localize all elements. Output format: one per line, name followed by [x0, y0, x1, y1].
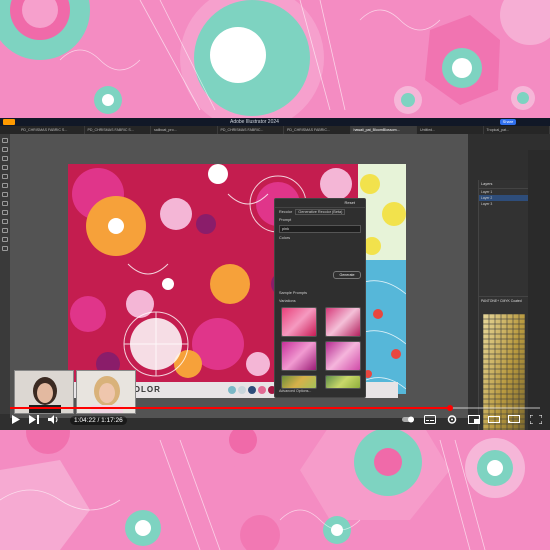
layer-row[interactable]: Layer 3: [479, 201, 528, 207]
swatch-3: [258, 386, 266, 394]
variation-thumbnail[interactable]: [281, 341, 317, 371]
fullscreen-icon[interactable]: [530, 415, 542, 424]
colors-label: Colors: [279, 236, 290, 240]
video-player[interactable]: Adobe Illustrator 2024 Share PD_CHRISMAS…: [0, 118, 550, 430]
subtitles-icon[interactable]: [424, 415, 436, 424]
hand-tool-icon[interactable]: [2, 237, 8, 242]
tools-panel: [0, 134, 10, 414]
progress-bar[interactable]: [10, 405, 540, 411]
document-tab[interactable]: PD_CHRISMAS FABRIC...: [284, 126, 351, 134]
generate-button[interactable]: Generate: [333, 271, 361, 279]
settings-gear-icon[interactable]: [446, 415, 458, 424]
variation-thumbnail[interactable]: [325, 307, 361, 337]
advanced-options-link[interactable]: Advanced Options...: [279, 389, 311, 393]
rotate-tool-icon[interactable]: [2, 210, 8, 215]
generative-recolor-panel: Reset Recolor Generative Recolor (Beta) …: [274, 198, 366, 398]
autoplay-toggle-icon[interactable]: [402, 415, 414, 424]
app-titlebar: Adobe Illustrator 2024 Share: [0, 118, 550, 126]
prompt-input[interactable]: pink: [279, 225, 361, 233]
player-controls: 1:04:22 / 1:17:26: [0, 410, 550, 430]
document-tab[interactable]: PD_CHRISMAS FABRIC...: [218, 126, 284, 134]
right-panel-strip: [528, 150, 550, 430]
layers-panel: Layers Layer 1 Layer 2 Layer 3 PANTONE+ …: [478, 180, 529, 430]
play-icon[interactable]: [10, 415, 22, 424]
swatch-library-title: PANTONE+ CMYK Coated: [479, 296, 529, 305]
pen-tool-icon[interactable]: [2, 156, 8, 161]
layers-panel-title: Layers: [479, 180, 528, 189]
app-title: Adobe Illustrator 2024: [230, 119, 279, 125]
pencil-tool-icon[interactable]: [2, 201, 8, 206]
document-tab[interactable]: Tropical_pat...: [484, 126, 550, 134]
selection-tool-icon[interactable]: [2, 138, 8, 143]
variation-thumbnail[interactable]: [325, 375, 361, 389]
variation-thumbnail[interactable]: [281, 375, 317, 389]
progress-fill: [10, 407, 450, 409]
swatch-0: [228, 386, 236, 394]
eyedropper-tool-icon[interactable]: [2, 228, 8, 233]
recolor-row: Recolor Generative Recolor (Beta): [275, 208, 365, 216]
swatch-1: [238, 386, 246, 394]
document-tabs: PD_CHRISMAS FABRIC S... PD_CHRISMAS FABR…: [0, 126, 550, 134]
document-tab[interactable]: sailboat_pro...: [151, 126, 218, 134]
reset-button[interactable]: Reset: [345, 200, 355, 205]
miniplayer-icon[interactable]: [468, 415, 480, 424]
next-icon[interactable]: [28, 415, 40, 424]
recolor-label: Recolor: [279, 210, 293, 214]
zoom-tool-icon[interactable]: [2, 246, 8, 251]
rectangle-tool-icon[interactable]: [2, 183, 8, 188]
line-tool-icon[interactable]: [2, 174, 8, 179]
volume-icon[interactable]: [48, 415, 60, 424]
cast-icon[interactable]: [508, 415, 520, 424]
illustrator-logo-icon: [3, 119, 15, 125]
sample-prompts-label[interactable]: Sample Prompts: [275, 289, 311, 297]
variation-thumbnail[interactable]: [281, 307, 317, 337]
prompt-label: Prompt: [279, 218, 292, 222]
recolor-mode-select[interactable]: Generative Recolor (Beta): [295, 209, 346, 215]
time-display: 1:04:22 / 1:17:26: [70, 416, 127, 425]
document-tab[interactable]: Untitled...: [417, 126, 484, 134]
brush-tool-icon[interactable]: [2, 192, 8, 197]
swatch-2: [248, 386, 256, 394]
share-button[interactable]: Share: [500, 119, 516, 125]
variation-thumbnail[interactable]: [325, 341, 361, 371]
panel-header: Reset: [275, 199, 365, 208]
variations-label: Variations: [279, 299, 296, 303]
document-tab[interactable]: PD_CHRISMAS FABRIC S...: [85, 126, 151, 134]
theater-mode-icon[interactable]: [488, 415, 500, 424]
document-tab-active[interactable]: hawaii_pat_BloomBlossom...: [350, 126, 417, 134]
direct-selection-tool-icon[interactable]: [2, 147, 8, 152]
type-tool-icon[interactable]: [2, 165, 8, 170]
scale-tool-icon[interactable]: [2, 219, 8, 224]
decor-flower-bottom-right: [465, 438, 525, 498]
document-tab[interactable]: PD_CHRISMAS FABRIC S...: [18, 126, 85, 134]
